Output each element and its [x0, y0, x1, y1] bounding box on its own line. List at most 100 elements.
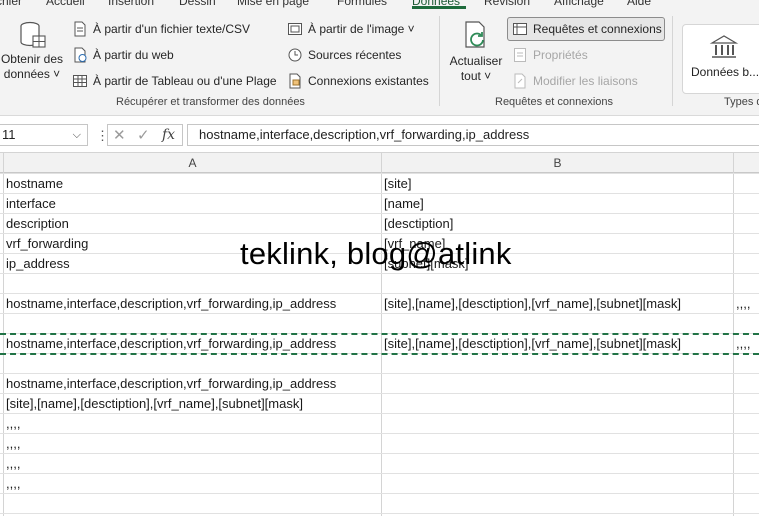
ribbon-tab-strip: chier Accueil Insertion Dessin Mise en p…	[0, 0, 759, 10]
enter-icon[interactable]: ✓	[137, 126, 150, 144]
cell-A12[interactable]: [site],[name],[desctiption],[vrf_name],[…	[6, 394, 303, 414]
tab-aide[interactable]: Aide	[627, 0, 651, 8]
cell-C8[interactable]	[736, 314, 759, 334]
from-web-label: À partir du web	[93, 48, 174, 62]
name-box[interactable]: 11 ⌵	[0, 124, 88, 146]
existing-connections-label: Connexions existantes	[308, 74, 429, 88]
cell-B3[interactable]: [desctiption]	[384, 214, 733, 234]
recent-sources-label: Sources récentes	[308, 48, 402, 62]
queries-connections-label: Requêtes et connexions	[533, 22, 662, 36]
cell-C2[interactable]	[736, 194, 759, 214]
cell-B2[interactable]: [name]	[384, 194, 733, 214]
group-separator	[439, 16, 440, 106]
cell-B16[interactable]	[384, 474, 733, 494]
properties-icon	[514, 48, 526, 62]
cell-A15[interactable]: ,,,,	[6, 454, 20, 474]
cell-C3[interactable]	[736, 214, 759, 234]
cell-A2[interactable]: interface	[6, 194, 56, 214]
cell-B11[interactable]	[384, 374, 733, 394]
cell-C12[interactable]	[736, 394, 759, 414]
watermark-text: teklink, blog@atlink	[240, 236, 512, 271]
group-label-queries: Requêtes et connexions	[495, 96, 614, 108]
tab-accueil[interactable]: Accueil	[46, 0, 85, 8]
cell-B15[interactable]	[384, 454, 733, 474]
image-icon	[288, 23, 302, 35]
column-header-b[interactable]: B	[382, 153, 733, 173]
from-text-csv-button[interactable]: À partir d'un fichier texte/CSV	[72, 21, 250, 37]
edit-links-label: Modifier les liaisons	[533, 74, 638, 88]
existing-connections-button[interactable]: Connexions existantes	[287, 73, 429, 89]
tab-revision[interactable]: Révision	[484, 0, 530, 8]
from-image-label: À partir de l'image ˅	[308, 22, 415, 36]
cell-B13[interactable]	[384, 414, 733, 434]
cancel-icon[interactable]: ✕	[113, 126, 126, 144]
cell-A16[interactable]: ,,,,	[6, 474, 20, 494]
cell-B7[interactable]: [site],[name],[desctiption],[vrf_name],[…	[384, 294, 733, 314]
tab-formules[interactable]: Formules	[337, 0, 387, 8]
cell-C16[interactable]	[736, 474, 759, 494]
cell-A14[interactable]: ,,,,	[6, 434, 20, 454]
table-icon	[73, 75, 87, 87]
cell-B12[interactable]	[384, 394, 733, 414]
get-data-button[interactable]: Obtenir des données ˅	[0, 20, 64, 82]
active-tab-indicator	[412, 6, 466, 9]
properties-label: Propriétés	[533, 48, 588, 62]
cell-C14[interactable]	[736, 434, 759, 454]
chevron-down-icon[interactable]: ⌵	[73, 125, 81, 145]
cell-C13[interactable]	[736, 414, 759, 434]
group-label-get-transform: Récupérer et transformer des données	[116, 96, 305, 108]
cell-C5[interactable]	[736, 254, 759, 274]
cell-A1[interactable]: hostname	[6, 174, 63, 194]
from-image-button[interactable]: À partir de l'image ˅	[287, 21, 415, 37]
cell-A5[interactable]: ip_address	[6, 254, 70, 274]
queries-icon	[513, 23, 527, 35]
edit-links-button[interactable]: Modifier les liaisons	[512, 73, 638, 89]
from-web-button[interactable]: À partir du web	[72, 47, 174, 63]
formula-buttons: ✕ ✓ fx	[107, 124, 183, 146]
cell-A4[interactable]: vrf_forwarding	[6, 234, 88, 254]
column-header-a[interactable]: A	[4, 153, 381, 173]
refresh-all-label-2: tout ˅	[460, 69, 492, 83]
tab-dessin[interactable]: Dessin	[179, 0, 216, 8]
cell-C15[interactable]	[736, 454, 759, 474]
data-types-gallery[interactable]: Données b...	[682, 24, 759, 94]
refresh-all-button[interactable]: Actualiser tout ˅	[448, 20, 504, 84]
cell-A9[interactable]: hostname,interface,description,vrf_forwa…	[6, 334, 336, 354]
cell-A3[interactable]: description	[6, 214, 69, 234]
queries-connections-button[interactable]: Requêtes et connexions	[512, 21, 662, 37]
cell-A13[interactable]: ,,,,	[6, 414, 20, 434]
cell-B1[interactable]: [site]	[384, 174, 733, 194]
data-types-label: Données b...	[691, 65, 759, 79]
cell-B9[interactable]: [site],[name],[desctiption],[vrf_name],[…	[384, 334, 733, 354]
refresh-icon	[465, 21, 485, 48]
cell-B10[interactable]	[384, 354, 733, 374]
ribbon: Obtenir des données ˅ À partir d'un fich…	[0, 10, 759, 116]
clock-icon	[288, 48, 302, 62]
edit-links-icon	[514, 73, 526, 89]
cell-C7[interactable]: ,,,,	[736, 294, 759, 314]
properties-button[interactable]: Propriétés	[512, 47, 588, 63]
tab-affichage[interactable]: Affichage	[554, 0, 604, 8]
text-file-icon	[74, 21, 86, 37]
cell-B14[interactable]	[384, 434, 733, 454]
tab-mise-en-page[interactable]: Mise en page	[237, 0, 309, 8]
group-separator-2	[672, 16, 673, 106]
formula-input[interactable]: hostname,interface,description,vrf_forwa…	[187, 124, 759, 146]
cell-C4[interactable]	[736, 234, 759, 254]
cell-C6[interactable]	[736, 274, 759, 294]
insert-function-icon[interactable]: fx	[162, 127, 175, 143]
tab-fichier[interactable]: chier	[0, 0, 22, 8]
column-header-c[interactable]	[734, 153, 759, 173]
cell-A11[interactable]: hostname,interface,description,vrf_forwa…	[6, 374, 336, 394]
cell-C9[interactable]: ,,,,	[736, 334, 759, 354]
cell-A7[interactable]: hostname,interface,description,vrf_forwa…	[6, 294, 336, 314]
cell-B6[interactable]	[384, 274, 733, 294]
cell-C1[interactable]	[736, 174, 759, 194]
bank-icon	[709, 35, 739, 58]
from-table-button[interactable]: À partir de Tableau ou d'une Plage	[72, 73, 277, 89]
cell-C10[interactable]	[736, 354, 759, 374]
recent-sources-button[interactable]: Sources récentes	[287, 47, 401, 63]
cell-C11[interactable]	[736, 374, 759, 394]
tab-insertion[interactable]: Insertion	[108, 0, 154, 8]
cell-B8[interactable]	[384, 314, 733, 334]
